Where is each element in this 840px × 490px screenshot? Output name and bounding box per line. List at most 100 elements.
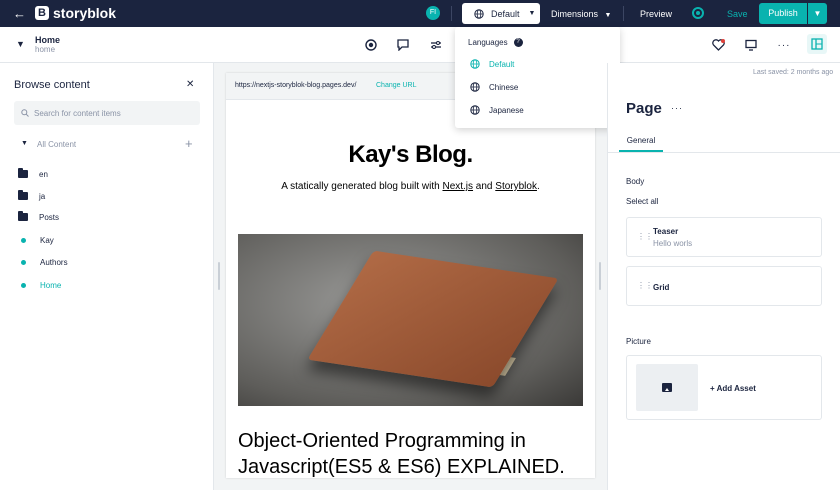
add-icon[interactable]: +	[185, 136, 193, 151]
top-bar: ← B storyblok FI Default ▼ Dimensions ▼ …	[0, 0, 840, 27]
asset-field[interactable]: + Add Asset	[626, 355, 822, 420]
subtitle-text: .	[536, 181, 540, 192]
asset-placeholder[interactable]	[636, 364, 698, 411]
body-field-label: Body	[626, 177, 645, 186]
brand-name: storyblok	[53, 5, 117, 21]
language-option-label: Default	[489, 59, 515, 69]
globe-icon	[470, 59, 480, 69]
globe-icon	[474, 8, 484, 19]
tab-general[interactable]: General	[619, 130, 663, 152]
sidebar-item-ja[interactable]: ja	[18, 188, 45, 204]
divider	[451, 6, 452, 21]
folder-icon	[18, 168, 28, 178]
language-option-japanese[interactable]: Japanese	[470, 105, 524, 115]
dimensions-button[interactable]: Dimensions ▼	[551, 9, 611, 19]
search-icon	[21, 109, 29, 117]
blog-subtitle: A statically generated blog built with N…	[226, 181, 595, 192]
book-image	[307, 250, 559, 388]
sidebar-item-posts[interactable]: Posts	[18, 209, 59, 225]
block-teaser[interactable]: ⋮⋮ Teaser Hello worls	[626, 217, 822, 257]
storyblok-logo-icon: B	[35, 6, 49, 20]
languages-heading-label: Languages	[468, 38, 508, 47]
sidebar-item-label: en	[39, 169, 48, 179]
chevron-down-icon[interactable]: ▼	[16, 39, 25, 49]
image-icon	[662, 383, 672, 392]
blog-title[interactable]: Kay's Blog.	[226, 141, 595, 169]
block-title: Teaser	[653, 227, 679, 236]
story-title: Home	[35, 35, 61, 45]
language-option-label: Chinese	[489, 82, 519, 92]
visual-preview[interactable]: https://nextjs-storyblok-blog.pages.dev/…	[226, 73, 595, 478]
target-icon[interactable]	[363, 37, 379, 53]
drag-handle-icon[interactable]: ⋮⋮	[637, 233, 653, 241]
close-icon[interactable]: ✕	[186, 79, 194, 90]
picture-field-label: Picture	[626, 337, 651, 346]
search-input[interactable]	[34, 101, 194, 125]
language-option-default[interactable]: Default	[470, 59, 514, 69]
subtitle-text: A statically generated blog built with	[281, 181, 443, 192]
block-subtitle: Hello worls	[653, 239, 693, 248]
avatar[interactable]: FI	[426, 6, 440, 20]
resize-handle[interactable]	[218, 262, 220, 290]
sidebar-item-label: Kay	[40, 235, 54, 245]
sliders-icon[interactable]	[428, 37, 444, 53]
content-browser-sidebar: Browse content ✕ ▼ All Content + en ja P…	[0, 63, 214, 490]
all-content-label[interactable]: All Content	[37, 140, 76, 149]
more-options-icon[interactable]: ···	[776, 37, 792, 53]
dimensions-label: Dimensions	[551, 9, 599, 19]
back-arrow-icon[interactable]: ←	[13, 6, 26, 21]
publish-button[interactable]: Publish	[759, 3, 807, 24]
sidebar-item-authors[interactable]: Authors	[18, 254, 68, 270]
select-all-link[interactable]: Select all	[626, 197, 658, 206]
hero-image[interactable]	[238, 234, 583, 406]
subtitle-text: and	[473, 181, 496, 192]
chevron-down-icon: ▼	[604, 12, 612, 19]
add-asset-button[interactable]: + Add Asset	[710, 384, 756, 393]
language-selector-button[interactable]: Default ▼	[462, 3, 540, 24]
storyblok-link[interactable]: Storyblok	[495, 181, 537, 192]
nextjs-link[interactable]: Next.js	[442, 181, 473, 192]
language-dropdown: Languages? Default Chinese Japanese	[455, 27, 620, 128]
sidebar-item-kay[interactable]: Kay	[18, 232, 54, 248]
folder-icon	[18, 211, 28, 221]
sidebar-item-label: Home	[40, 280, 62, 290]
story-slug: home	[35, 45, 56, 54]
sidebar-item-label: Posts	[39, 212, 60, 222]
story-dot-icon	[21, 282, 26, 288]
layout-toggle-icon[interactable]	[807, 34, 827, 54]
heart-icon[interactable]	[710, 37, 726, 53]
sidebar-item-home[interactable]: Home	[18, 277, 61, 293]
change-url-link[interactable]: Change URL	[376, 82, 416, 89]
globe-icon	[470, 82, 480, 92]
sidebar-item-label: ja	[39, 191, 46, 201]
sub-toolbar: ▼ Home home ···	[0, 27, 840, 63]
drag-handle-icon[interactable]: ⋮⋮	[637, 282, 653, 290]
block-grid[interactable]: ⋮⋮ Grid	[626, 266, 822, 306]
sidebar-title: Browse content	[14, 79, 90, 91]
comment-icon[interactable]	[395, 37, 411, 53]
preview-button[interactable]: Preview	[640, 9, 672, 19]
preview-url: https://nextjs-storyblok-blog.pages.dev/	[235, 82, 357, 89]
folder-icon	[18, 190, 28, 200]
story-dot-icon	[21, 259, 26, 265]
search-box[interactable]	[14, 101, 200, 125]
divider	[623, 6, 624, 21]
desktop-icon[interactable]	[743, 37, 759, 53]
language-option-label: Japanese	[489, 105, 524, 115]
page-title: Page	[626, 100, 662, 117]
language-option-chinese[interactable]: Chinese	[470, 82, 518, 92]
publish-options-chevron-icon[interactable]: ▼	[808, 3, 827, 24]
sidebar-item-label: Authors	[40, 257, 68, 267]
status-ring-icon[interactable]	[692, 7, 704, 19]
more-options-icon[interactable]: ···	[671, 103, 683, 113]
save-button[interactable]: Save	[727, 9, 748, 19]
chevron-down-icon[interactable]: ▼	[21, 140, 28, 147]
help-icon[interactable]: ?	[513, 38, 523, 47]
sidebar-item-en[interactable]: en	[18, 166, 48, 182]
post-title[interactable]: Object-Oriented Programming in Javascrip…	[238, 428, 583, 478]
globe-icon	[470, 105, 480, 115]
language-selector-label: Default	[491, 8, 520, 19]
chevron-down-icon: ▼	[528, 10, 536, 17]
resize-handle[interactable]	[599, 262, 601, 290]
story-dot-icon	[21, 237, 26, 243]
